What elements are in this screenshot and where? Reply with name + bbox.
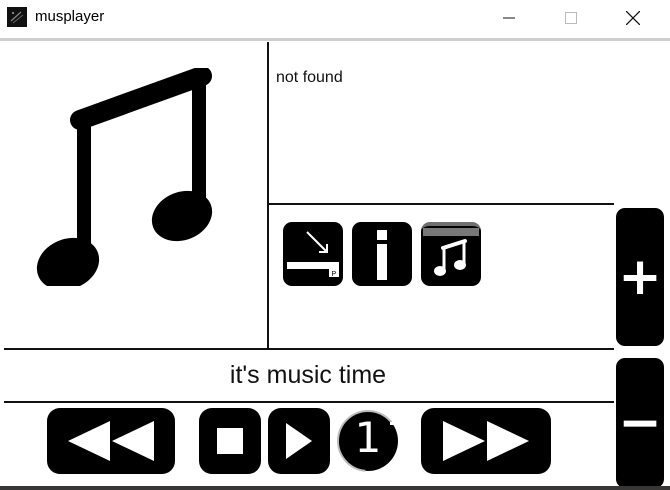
maximize-button[interactable] [548,0,594,36]
track-counter: 1 [337,407,401,475]
playlist-button[interactable] [421,222,481,286]
open-file-button[interactable]: P [283,222,343,286]
fast-forward-icon [443,421,529,461]
rewind-icon [68,421,154,461]
play-button[interactable] [268,408,330,474]
divider [4,348,614,350]
player-area: not found P it's music time 1 + − [0,36,670,490]
stop-icon [217,428,243,454]
music-note-icon [36,66,213,291]
close-button[interactable] [610,0,656,36]
divider [267,42,269,348]
caption-text: it's music time [229,361,387,389]
album-art [36,66,214,291]
track-counter-number: 1 [354,413,382,462]
info-button[interactable] [352,222,412,286]
info-icon [377,230,387,280]
track-status: not found [276,69,343,86]
minus-icon: − [618,393,662,453]
open-file-icon: P [287,231,339,278]
svg-text:P: P [332,271,337,278]
volume-down-button[interactable]: − [616,358,664,488]
rewind-button[interactable] [47,408,175,474]
minimize-button[interactable] [486,0,532,36]
plus-icon: + [618,247,662,307]
divider [4,401,614,403]
playlist-icon [423,228,479,276]
taskbar-edge [0,486,670,490]
minimize-icon [503,17,515,19]
window-title: musplayer [35,8,105,25]
divider [0,38,670,41]
title-bar: musplayer [0,0,670,36]
maximize-icon [565,12,577,24]
volume-up-button[interactable]: + [616,208,664,346]
play-icon [286,423,312,459]
close-icon [626,11,640,25]
divider [268,203,614,205]
fast-forward-button[interactable] [421,408,551,474]
stop-button[interactable] [199,408,261,474]
app-icon [7,7,27,27]
